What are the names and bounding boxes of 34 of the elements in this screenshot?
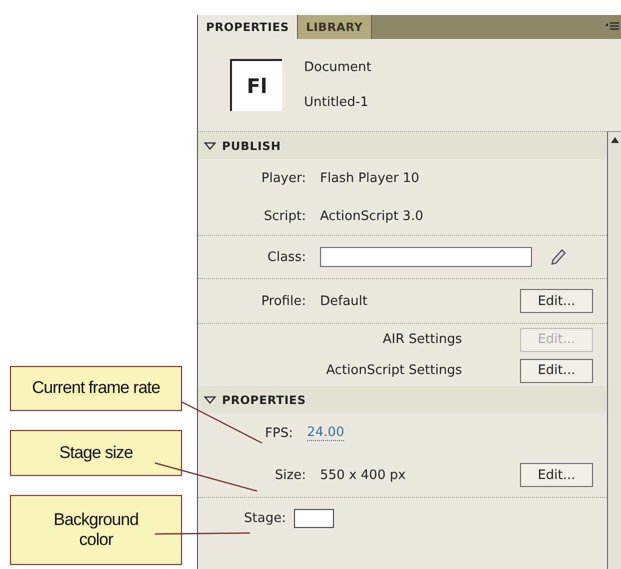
field-label: FPS: bbox=[264, 426, 293, 440]
class-input-field[interactable] bbox=[320, 247, 532, 267]
menu-icon[interactable] bbox=[605, 22, 619, 32]
scroll-up-icon[interactable] bbox=[610, 137, 618, 143]
section-header[interactable]: PUBLISH bbox=[198, 132, 607, 159]
field-label: Profile: bbox=[260, 294, 306, 308]
edit-button[interactable]: Edit... bbox=[520, 289, 593, 313]
document-type: Document bbox=[304, 60, 372, 75]
callout-label: Current frame rate bbox=[10, 366, 182, 411]
field-value: Flash Player 10 bbox=[320, 170, 420, 186]
expanded-triangle-icon bbox=[204, 142, 216, 150]
color-swatch[interactable] bbox=[294, 508, 334, 528]
field-value: ActionScript 3.0 bbox=[320, 208, 424, 224]
field-label: Size: bbox=[274, 468, 306, 482]
settings-label: AIR Settings bbox=[382, 332, 462, 347]
field-label: Stage: bbox=[243, 510, 286, 526]
field-value: Default bbox=[320, 294, 368, 308]
panel-tab[interactable]: LIBRARY bbox=[298, 15, 372, 39]
document-name: Untitled-1 bbox=[304, 95, 370, 110]
field-label: Player: bbox=[260, 170, 306, 186]
field-value: 550 x 400 px bbox=[320, 468, 406, 482]
settings-label: ActionScript Settings bbox=[325, 363, 462, 378]
callout-label: Stage size bbox=[10, 430, 182, 476]
pencil-icon[interactable] bbox=[548, 247, 568, 267]
expanded-triangle-icon bbox=[204, 396, 216, 404]
panel-tab[interactable]: PROPERTIES bbox=[198, 15, 298, 39]
document-logo: Fl bbox=[230, 59, 282, 111]
field-label: Class: bbox=[266, 250, 306, 264]
fps-link[interactable]: 24.00 bbox=[307, 425, 344, 441]
edit-button[interactable]: Edit... bbox=[520, 463, 593, 487]
edit-button[interactable]: Edit... bbox=[520, 358, 593, 382]
section-header[interactable]: PROPERTIES bbox=[198, 386, 607, 413]
callout-label: Background color bbox=[10, 495, 182, 565]
field-label: Script: bbox=[262, 208, 306, 224]
